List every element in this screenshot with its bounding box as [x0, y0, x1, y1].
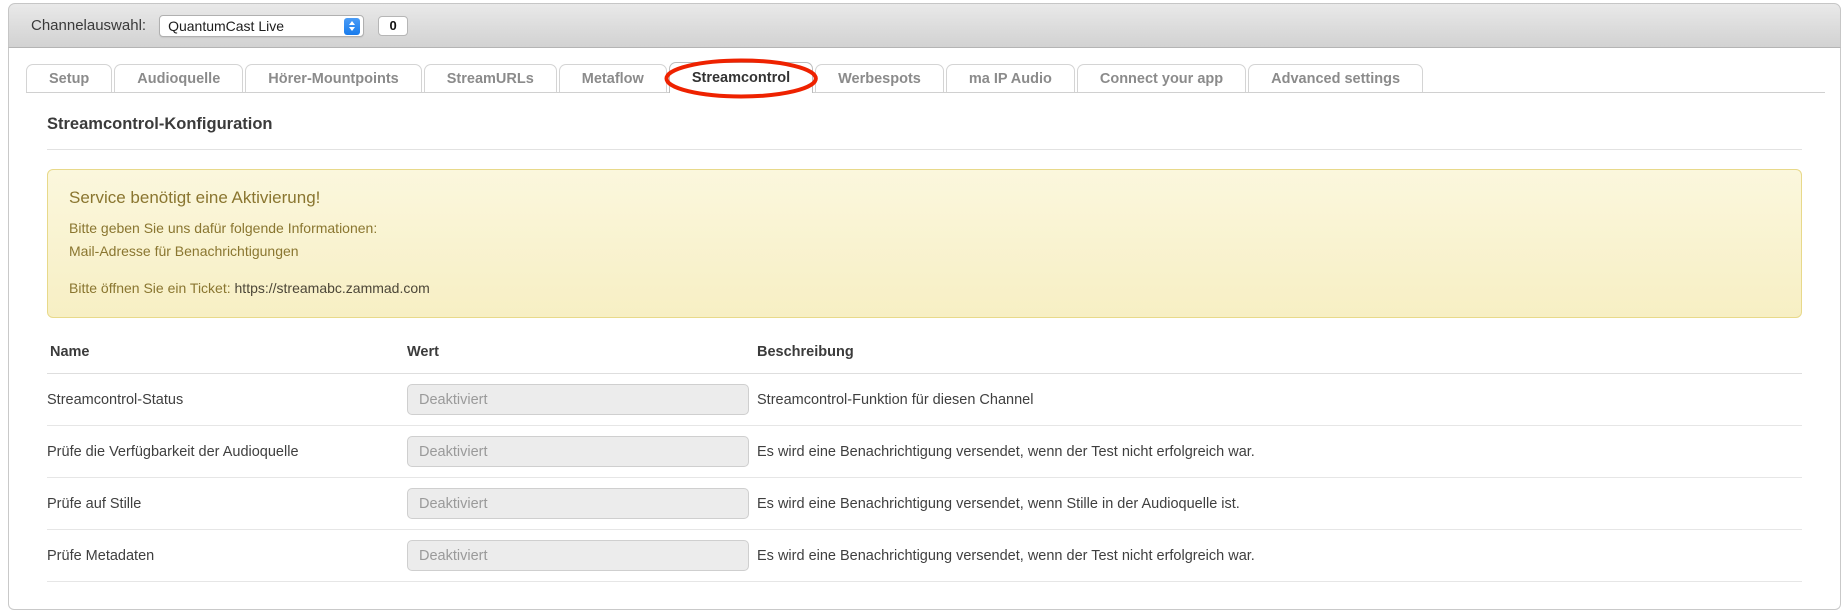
tab-ma-ip-audio[interactable]: ma IP Audio — [945, 64, 1075, 93]
table-row: Prüfe die Verfügbarkeit der Audioquelle E… — [47, 425, 1802, 478]
row-value-cell — [407, 477, 757, 530]
table-header-row: Name Wert Beschreibung — [47, 344, 1802, 374]
tab-advanced-settings[interactable]: Advanced settings — [1248, 64, 1424, 93]
ticket-prefix-text: Bitte öffnen Sie ein Ticket: — [69, 280, 235, 296]
value-input[interactable] — [407, 384, 749, 415]
value-input[interactable] — [407, 436, 749, 467]
tab-audioquelle[interactable]: Audioquelle — [114, 64, 244, 93]
row-description: Es wird eine Benachrichtigung versendet,… — [757, 425, 1802, 478]
tab-werbespots[interactable]: Werbespots — [815, 64, 944, 93]
stepper-up-down-icon[interactable] — [344, 17, 361, 35]
tab-streamurls[interactable]: StreamURLs — [423, 64, 557, 93]
row-name: Prüfe auf Stille — [47, 477, 407, 530]
column-header-description: Beschreibung — [757, 344, 1802, 374]
row-description: Streamcontrol-Funktion für diesen Channe… — [757, 373, 1802, 426]
column-header-value: Wert — [407, 344, 757, 374]
activation-notice: Service benötigt eine Aktivierung! Bitte… — [47, 169, 1802, 318]
page-title: Streamcontrol-Konfiguration — [47, 93, 1802, 150]
activation-notice-line: Mail-Adresse für Benachrichtigungen — [69, 243, 299, 259]
row-description: Es wird eine Benachrichtigung versendet,… — [757, 477, 1802, 530]
channel-selection-bar: Channelauswahl: QuantumCast Live 0 — [8, 3, 1841, 48]
row-name: Prüfe die Verfügbarkeit der Audioquelle — [47, 425, 407, 478]
app-window: Channelauswahl: QuantumCast Live 0 Setup… — [0, 0, 1848, 616]
channel-select-value: QuantumCast Live — [168, 17, 285, 34]
row-name: Prüfe Metadaten — [47, 529, 407, 582]
tab-metaflow[interactable]: Metaflow — [558, 64, 667, 93]
activation-notice-line: Bitte geben Sie uns dafür folgende Infor… — [69, 220, 378, 236]
row-description: Es wird eine Benachrichtigung versendet,… — [757, 529, 1802, 582]
channel-select[interactable]: QuantumCast Live — [159, 14, 365, 37]
activation-notice-ticket: Bitte öffnen Sie ein Ticket: https://str… — [69, 280, 1780, 296]
tab-bar: Setup Audioquelle Hörer-Mountpoints StreamU… — [26, 59, 1840, 93]
ticket-url[interactable]: https://streamabc.zammad.com — [235, 280, 430, 296]
tab-h-rer-mountpoints[interactable]: Hörer-Mountpoints — [245, 64, 422, 93]
tab-bar-underline — [26, 92, 1825, 93]
channel-count-box[interactable]: 0 — [378, 15, 409, 36]
table-row: Streamcontrol-Status Streamcontrol-Funkti… — [47, 373, 1802, 426]
value-input[interactable] — [407, 488, 749, 519]
row-name: Streamcontrol-Status — [47, 373, 407, 426]
tab-content-streamcontrol: Streamcontrol-Konfiguration Service benö… — [9, 93, 1840, 582]
table-row: Prüfe auf Stille Es wird eine Benachricht… — [47, 477, 1802, 530]
tab-streamcontrol[interactable]: Streamcontrol — [668, 62, 814, 93]
streamcontrol-config-table: Name Wert Beschreibung Streamcontrol-Sta… — [47, 344, 1802, 582]
row-value-cell — [407, 529, 757, 582]
channel-selection-label: Channelauswahl: — [31, 17, 147, 34]
table-row: Prüfe Metadaten Es wird eine Benachrichti… — [47, 529, 1802, 582]
channel-count-value: 0 — [389, 18, 397, 33]
row-value-cell — [407, 425, 757, 478]
tab-setup[interactable]: Setup — [26, 64, 113, 93]
value-input[interactable] — [407, 540, 749, 571]
row-value-cell — [407, 373, 757, 426]
main-panel: Setup Audioquelle Hörer-Mountpoints StreamU… — [8, 48, 1841, 610]
activation-notice-title: Service benötigt eine Aktivierung! — [69, 188, 321, 207]
column-header-name: Name — [47, 344, 407, 374]
tab-connect-your-app[interactable]: Connect your app — [1076, 64, 1247, 93]
